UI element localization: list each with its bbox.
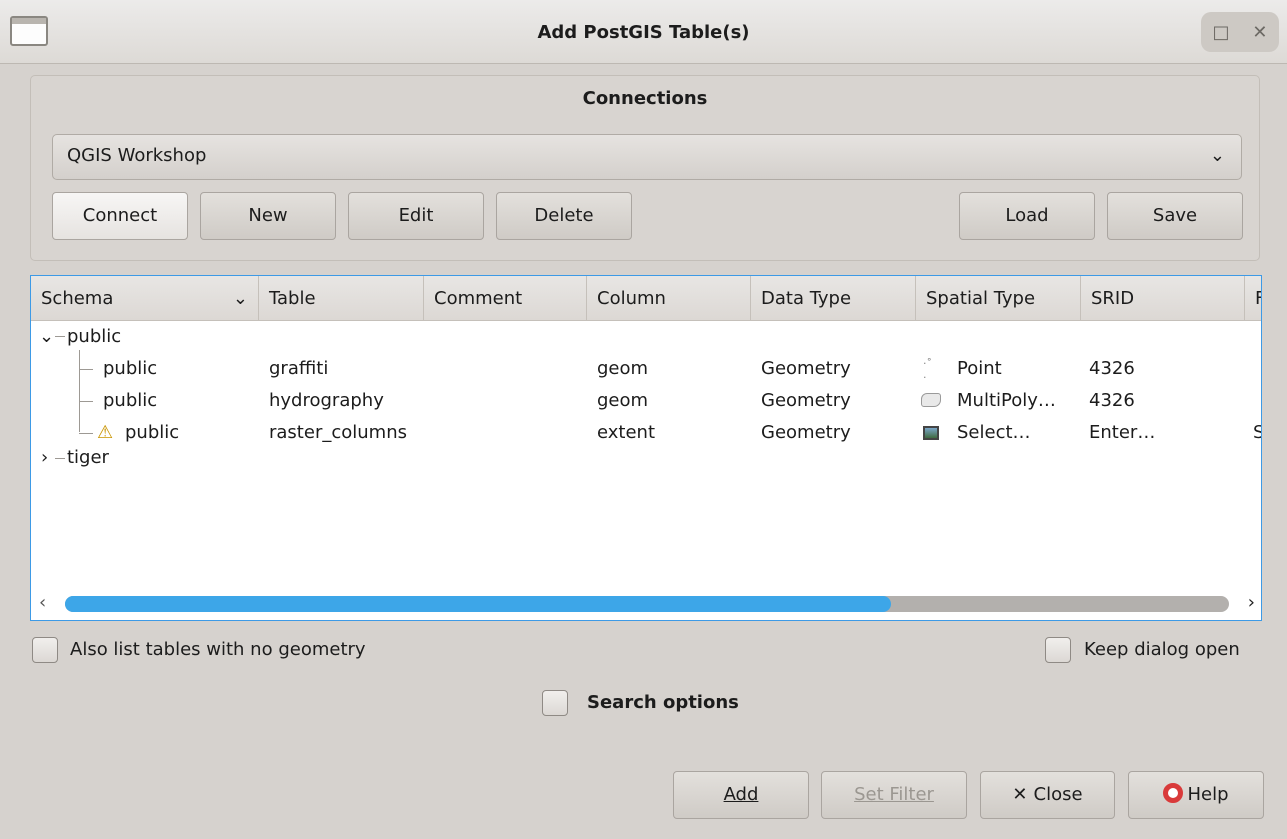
column-header-table[interactable]: Table	[259, 276, 424, 321]
column-header-extra[interactable]: F	[1245, 276, 1261, 321]
search-options-label[interactable]: Search options	[587, 692, 739, 713]
connection-select[interactable]: QGIS Workshop ⌄	[52, 134, 1242, 180]
add-button[interactable]: Add	[673, 771, 809, 819]
column-header-column[interactable]: Column	[587, 276, 751, 321]
no-geometry-label[interactable]: Also list tables with no geometry	[70, 639, 366, 660]
delete-button[interactable]: Delete	[496, 192, 632, 240]
collapse-chevron-icon[interactable]: ⌄	[39, 321, 54, 353]
keep-open-label[interactable]: Keep dialog open	[1084, 639, 1240, 660]
title-bar: Add PostGIS Table(s) □ ✕	[0, 0, 1287, 64]
window-title: Add PostGIS Table(s)	[537, 22, 750, 43]
window-controls: □ ✕	[1201, 12, 1279, 52]
horizontal-scrollbar[interactable]: ‹ ›	[31, 588, 1261, 620]
group-label: tiger	[67, 447, 109, 468]
column-header-srid[interactable]: SRID	[1081, 276, 1245, 321]
new-button[interactable]: New	[200, 192, 336, 240]
keep-open-checkbox[interactable]	[1045, 637, 1071, 663]
load-button[interactable]: Load	[959, 192, 1095, 240]
table-header: Schema ⌄ Table Comment Column Data Type …	[31, 276, 1261, 321]
scrollbar-thumb[interactable]	[65, 596, 891, 612]
table-row[interactable]: public hydrography geom Geometry MultiPo…	[31, 385, 1261, 417]
tree-group-public[interactable]: ⌄ public	[31, 321, 1261, 353]
column-header-spatial-type[interactable]: Spatial Type	[916, 276, 1081, 321]
connection-select-value: QGIS Workshop	[67, 145, 207, 166]
set-filter-button: Set Filter	[821, 771, 967, 819]
scroll-right-icon[interactable]: ›	[1248, 592, 1255, 613]
connections-group-title: Connections	[582, 88, 708, 109]
close-icon: ✕	[1012, 784, 1028, 805]
column-header-comment[interactable]: Comment	[424, 276, 587, 321]
raster-icon	[923, 426, 939, 440]
expand-chevron-icon[interactable]: ›	[41, 442, 48, 474]
connect-button[interactable]: Connect	[52, 192, 188, 240]
help-button[interactable]: Help	[1128, 771, 1264, 819]
tables-tree[interactable]: Schema ⌄ Table Comment Column Data Type …	[30, 275, 1262, 621]
sort-chevron-icon: ⌄	[232, 288, 248, 309]
table-row[interactable]: public graffiti geom Geometry ·˚ · Point …	[31, 353, 1261, 385]
maximize-icon[interactable]: □	[1212, 22, 1229, 43]
help-lifebuoy-icon	[1163, 783, 1184, 803]
scroll-left-icon[interactable]: ‹	[39, 592, 46, 613]
chevron-down-icon: ⌄	[1209, 145, 1225, 166]
tree-group-tiger[interactable]: › tiger	[31, 442, 1261, 474]
polygon-icon	[921, 393, 941, 407]
save-button[interactable]: Save	[1107, 192, 1243, 240]
edit-button[interactable]: Edit	[348, 192, 484, 240]
no-geometry-checkbox[interactable]	[32, 637, 58, 663]
close-button[interactable]: ✕ Close	[980, 771, 1115, 819]
column-header-schema[interactable]: Schema ⌄	[31, 276, 259, 321]
column-header-data-type[interactable]: Data Type	[751, 276, 916, 321]
group-label: public	[67, 326, 122, 347]
close-window-icon[interactable]: ✕	[1252, 22, 1267, 43]
search-options-checkbox[interactable]	[542, 690, 568, 716]
